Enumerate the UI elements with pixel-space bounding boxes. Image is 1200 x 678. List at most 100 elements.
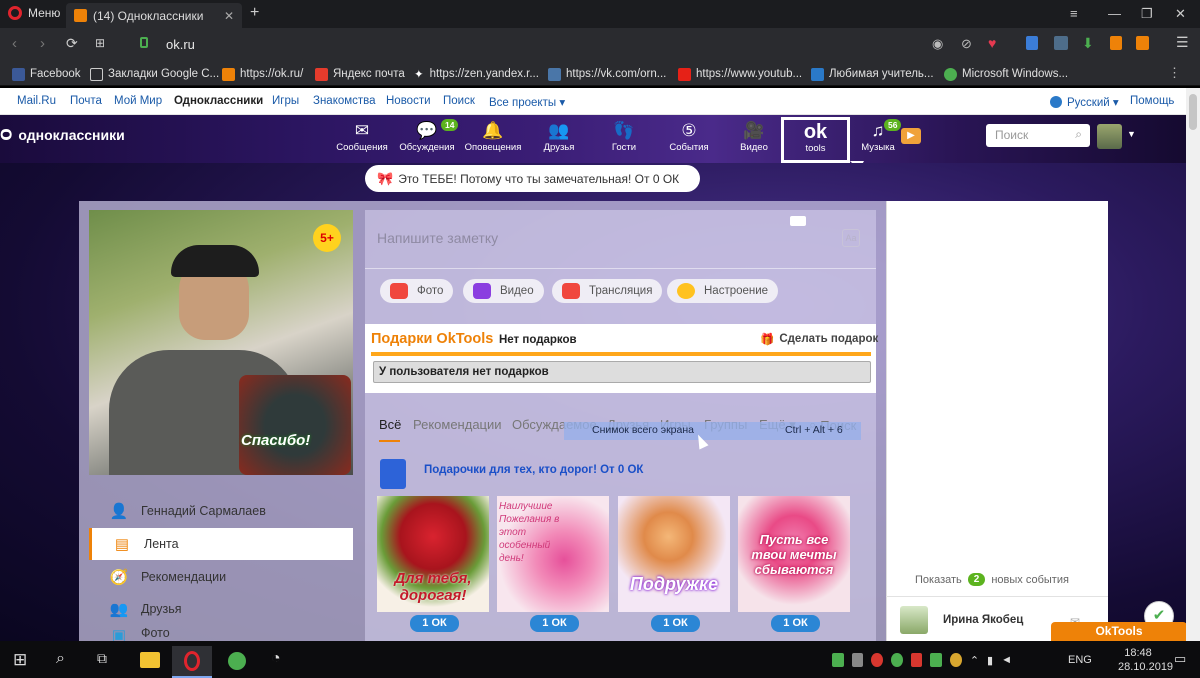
gift-price-button-4[interactable]: 1 ОК (771, 615, 820, 632)
nav-events[interactable]: ⑤ События (659, 120, 719, 153)
action-center-icon[interactable]: ▭ (1174, 651, 1186, 667)
bookmark-microsoft[interactable]: Microsoft Windows... (944, 66, 1068, 82)
menu-friends[interactable]: 👥 Друзья (89, 593, 353, 625)
tab-menu-icon[interactable]: ≡ (1070, 6, 1078, 21)
make-gift-button[interactable]: 🎁 Сделать подарок (760, 332, 878, 346)
url-field[interactable]: ok.ru (166, 37, 195, 52)
close-window-icon[interactable]: ✕ (1175, 6, 1186, 22)
nav-discussions[interactable]: 💬 14 Обсуждения (397, 119, 459, 153)
menu-feed[interactable]: ▤ Лента (89, 528, 353, 560)
download-ext-icon[interactable]: ⬇ (1082, 35, 1094, 52)
ok-ext-icon[interactable] (1110, 36, 1122, 50)
easy-setup-icon[interactable]: ☰ (1176, 34, 1189, 51)
tray-app-icon[interactable] (891, 653, 903, 667)
ok-logo[interactable]: ᴑ одноклассники (0, 123, 125, 146)
gift-card-3[interactable]: Подружке (618, 496, 730, 612)
all-projects-link[interactable]: Все проекты ▾ (489, 95, 565, 109)
bookmark-youtube[interactable]: https://www.youtub... (678, 66, 802, 82)
browser-menu-button[interactable]: Меню (8, 6, 60, 20)
gift-card-1[interactable]: Для тебя, дорогая! (377, 496, 489, 612)
avatar-dropdown-icon[interactable]: ▼ (1127, 129, 1136, 139)
nav-messages[interactable]: ✉ Сообщения (332, 120, 392, 153)
user-avatar[interactable] (1097, 124, 1122, 149)
nav-video[interactable]: 🎥 Видео (724, 120, 784, 153)
gifts-header-link[interactable]: Подарочки для тех, кто дорог! От 0 ОК (424, 464, 643, 476)
dating-link[interactable]: Знакомства (313, 95, 376, 107)
bookmark-zen[interactable]: ✦ https://zen.yandex.r... (414, 66, 539, 82)
gift-price-button-3[interactable]: 1 ОК (651, 615, 700, 632)
note-mood-button[interactable]: Настроение (667, 279, 779, 303)
speed-dial-icon[interactable]: ⊞ (95, 36, 105, 50)
speedometer-app-icon[interactable]: ◔ (271, 650, 281, 668)
nav-music[interactable]: ♫ 56 Музыка (848, 119, 908, 153)
menu-profile-name[interactable]: 👤 Геннадий Сармалаев (89, 495, 353, 527)
mail-link[interactable]: Почта (70, 95, 102, 107)
stats-app-icon[interactable] (228, 652, 246, 670)
menu-recommendations[interactable]: 🧭 Рекомендации (89, 561, 353, 593)
note-input[interactable]: Напишите заметку (377, 230, 498, 246)
nav-friends[interactable]: 👥 Друзья (529, 120, 589, 153)
tab-recommendations[interactable]: Рекомендации (413, 417, 502, 432)
new-tab-button[interactable]: + (250, 4, 259, 22)
network-icon[interactable]: ▮ (987, 654, 993, 667)
language-select[interactable]: Русский ▾ (1050, 95, 1119, 109)
text-format-icon[interactable]: Aa (842, 229, 860, 247)
bookmark-yandex-mail[interactable]: Яндекс почта (315, 66, 405, 82)
opera-taskbar-active[interactable] (172, 646, 212, 678)
news-link[interactable]: Новости (386, 95, 431, 107)
nav-guests[interactable]: 👣 Гости (594, 120, 654, 153)
tab-close-icon[interactable]: ✕ (224, 9, 234, 23)
volume-icon[interactable]: ◄ (1001, 654, 1012, 666)
bookmark-teacher[interactable]: Любимая учитель... (811, 66, 934, 82)
note-photo-button[interactable]: Фото (380, 279, 454, 303)
games-link[interactable]: Игры (272, 95, 299, 107)
input-language[interactable]: ENG (1068, 654, 1092, 666)
friend-avatar[interactable] (900, 606, 928, 634)
show-new-events[interactable]: Показать 2 новых события (915, 573, 1069, 586)
help-link[interactable]: Помощь (1130, 95, 1174, 107)
extension-nl-icon[interactable] (1054, 36, 1068, 50)
tray-app-icon[interactable] (930, 653, 943, 667)
mymir-link[interactable]: Мой Мир (114, 95, 162, 107)
tray-app-icon[interactable] (851, 653, 864, 667)
profile-photo[interactable]: Спасибо! (89, 210, 353, 475)
note-stream-button[interactable]: Трансляция (552, 279, 663, 303)
extension-blue-icon[interactable] (1026, 36, 1038, 50)
adblock-icon[interactable]: ⊘ (961, 36, 972, 52)
reload-icon[interactable]: ⟳ (66, 35, 78, 52)
gift-price-button-2[interactable]: 1 ОК (530, 615, 579, 632)
bookmark-vk[interactable]: https://vk.com/orn... (548, 66, 666, 82)
friend-name[interactable]: Ирина Якобец (943, 614, 1023, 626)
bookmark-facebook[interactable]: Facebook (12, 66, 81, 82)
back-icon[interactable]: ‹ (12, 35, 17, 52)
snapshot-icon[interactable]: ◉ (932, 36, 943, 52)
taskbar-clock[interactable]: 18:48 28.10.2019 (1118, 646, 1173, 674)
promo-banner[interactable]: 🎀 Это ТЕБЕ! Потому что ты замечательная!… (365, 165, 700, 192)
maximize-icon[interactable]: ❐ (1141, 6, 1153, 22)
note-video-button[interactable]: Видео (463, 279, 544, 303)
mailru-link[interactable]: Mail.Ru (17, 95, 56, 107)
tray-app-icon[interactable] (871, 653, 884, 667)
bookmark-google[interactable]: Закладки Google C... (90, 66, 219, 82)
bookmarks-more-icon[interactable]: ⋮ (1168, 65, 1181, 81)
nav-notifications[interactable]: 🔔 Оповещения (463, 120, 523, 153)
gift-card-2[interactable]: Наилучшие Пожелания в этот особенный ден… (497, 496, 609, 612)
odnoklassniki-link[interactable]: Одноклассники (174, 95, 263, 107)
menu-photo[interactable]: ▣ Фото (89, 626, 353, 641)
page-scrollbar[interactable] (1186, 88, 1200, 641)
tab-all[interactable]: Всё (379, 417, 401, 432)
heart-icon[interactable]: ♥ (988, 35, 996, 51)
play-ext-icon[interactable]: ▶ (901, 128, 921, 144)
gift-card-4[interactable]: Пусть все твои мечты сбываются (738, 496, 850, 612)
task-view-icon[interactable]: ⧉ (97, 650, 107, 667)
browser-tab-active[interactable]: (14) Одноклассники ✕ (66, 3, 242, 28)
windows-start-icon[interactable]: ⊞ (13, 650, 27, 670)
tray-chevron-icon[interactable]: ⌃ (970, 654, 979, 667)
oktools-float-button[interactable]: OkTools (1051, 622, 1187, 641)
tray-app-icon[interactable] (950, 653, 962, 667)
ok-ext-2-icon[interactable] (1136, 36, 1149, 50)
ok-search-input[interactable]: Поиск ⌕ (986, 124, 1090, 147)
scrollbar-thumb[interactable] (1189, 94, 1197, 130)
bookmark-ok[interactable]: https://ok.ru/ (222, 66, 303, 82)
forward-icon[interactable]: › (40, 35, 45, 52)
